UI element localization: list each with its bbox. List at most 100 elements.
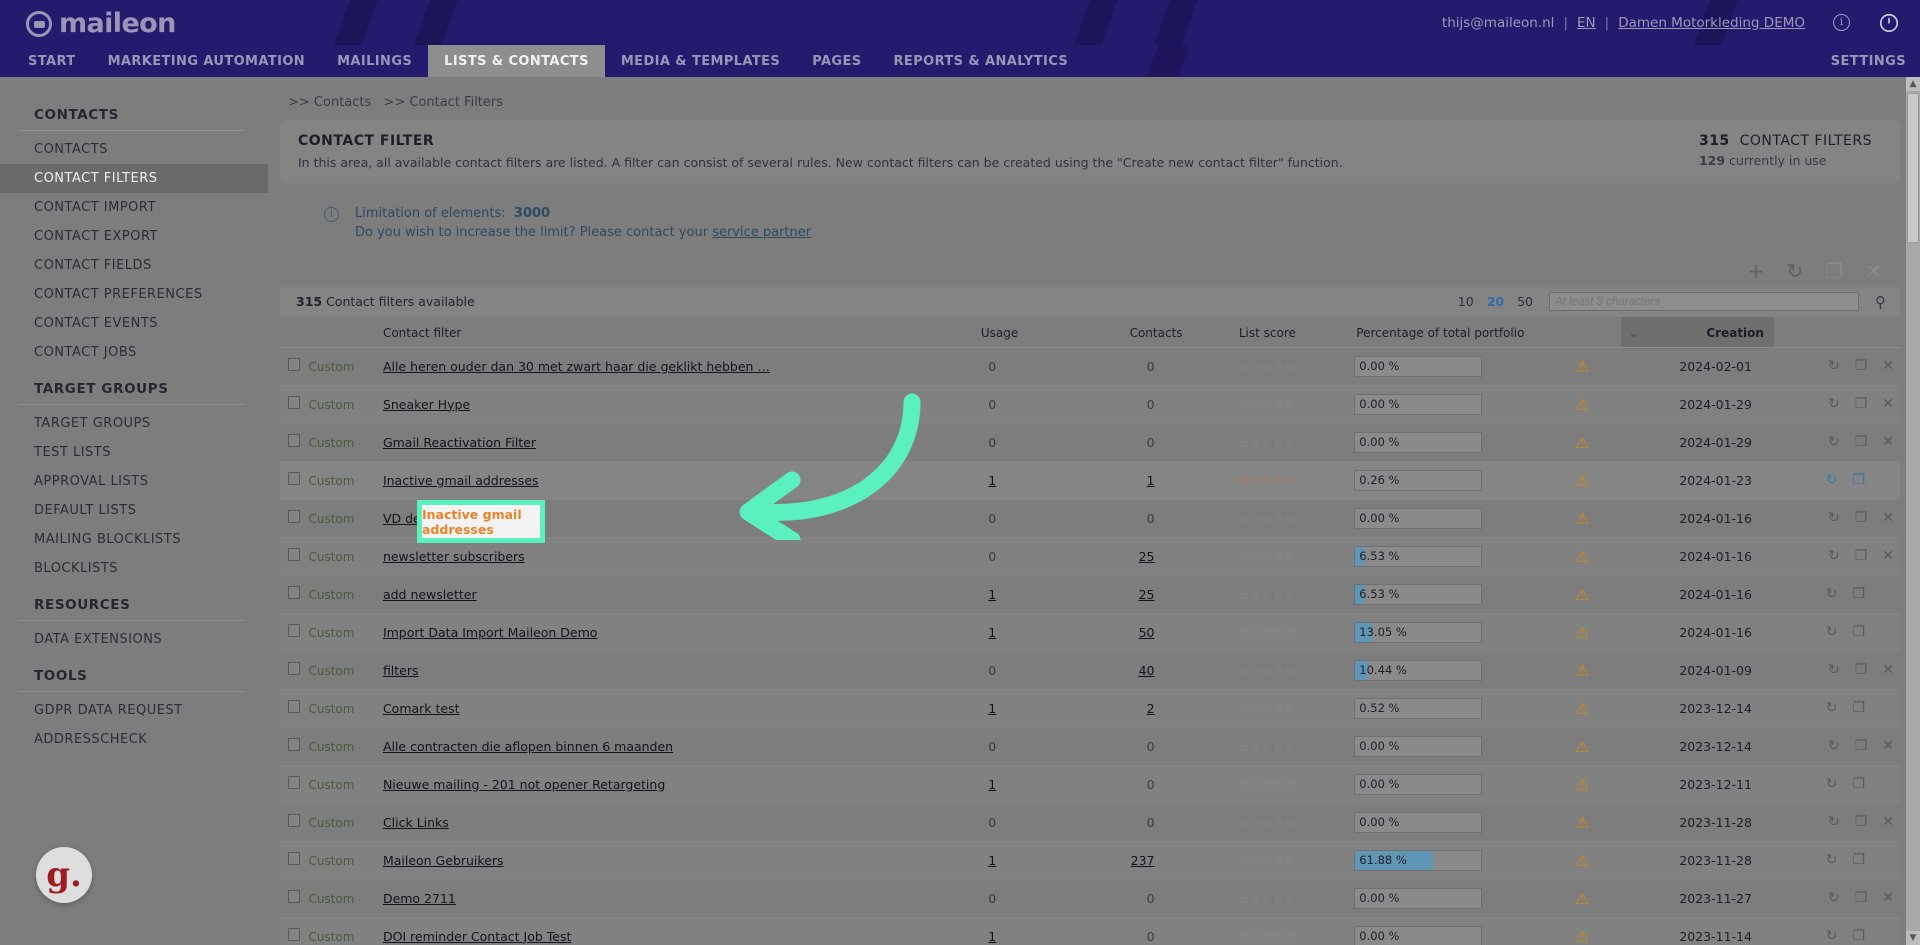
column-usage[interactable]: Usage [886,316,1019,348]
refresh-icon[interactable]: ↻ [1826,700,1838,716]
refresh-icon[interactable]: ↻ [1828,548,1840,564]
warning-icon[interactable]: ⚠ [1575,585,1589,604]
search-icon[interactable]: ⚲ [1875,293,1886,311]
row-usage-value[interactable]: 1 [988,625,996,640]
row-checkbox-cell[interactable] [280,651,309,690]
warning-icon[interactable]: ⚠ [1575,433,1589,452]
row-list-score-stars[interactable]: ☆☆☆☆☆ [1238,512,1297,526]
account-link[interactable]: Damen Motorkleding DEMO [1618,15,1805,31]
copy-icon[interactable]: ❐ [1855,738,1868,754]
row-checkbox[interactable] [288,890,300,904]
row-checkbox[interactable] [288,928,300,942]
row-usage-value[interactable]: 1 [988,929,996,944]
copy-icon[interactable]: ❐ [1852,852,1865,868]
table-row[interactable]: Custom Import Data Import Maileon Demo 1 50… [280,613,1900,652]
row-checkbox[interactable] [288,434,300,448]
row-filter-name-link[interactable]: filters [383,663,419,678]
row-list-score-stars[interactable]: ☆☆☆☆☆ [1238,930,1297,944]
refresh-icon[interactable]: ↻ [1828,814,1840,830]
row-checkbox[interactable] [288,700,300,714]
row-list-score-stars[interactable]: ☆☆☆☆☆ [1238,436,1297,450]
row-list-score-stars[interactable]: ☆☆☆☆☆ [1238,702,1297,716]
delete-icon[interactable]: ✕ [1882,738,1894,754]
copy-icon[interactable]: ❐ [1852,928,1865,944]
sidebar-item-contacts[interactable]: CONTACTS [0,135,268,164]
row-filter-name-link[interactable]: Maileon Gebruikers [383,853,504,868]
row-checkbox-cell[interactable] [280,917,309,945]
copy-icon[interactable]: ❐ [1855,396,1868,412]
row-checkbox[interactable] [288,852,300,866]
row-checkbox[interactable] [288,624,300,638]
row-contacts-value[interactable]: 25 [1139,587,1155,602]
row-checkbox-cell[interactable] [280,841,309,880]
copy-icon[interactable]: ❐ [1852,586,1865,602]
copy-icon[interactable]: ❐ [1855,434,1868,450]
row-checkbox[interactable] [288,776,300,790]
page-size-20[interactable]: 20 [1487,294,1504,309]
row-checkbox-cell[interactable] [280,575,309,614]
row-checkbox-cell[interactable] [280,423,309,462]
table-row[interactable]: Custom Maileon Gebruikers 1 237 ☆☆☆☆☆ 61.88 %… [280,841,1900,880]
power-icon[interactable] [1878,12,1900,34]
warning-icon[interactable]: ⚠ [1575,927,1589,945]
warning-icon[interactable]: ⚠ [1575,509,1589,528]
row-usage-value[interactable]: 1 [988,473,996,488]
page-size-50[interactable]: 50 [1517,294,1533,309]
row-checkbox[interactable] [288,738,300,752]
warning-icon[interactable]: ⚠ [1575,547,1589,566]
copy-icon[interactable]: ❐ [1855,510,1868,526]
delete-icon[interactable]: ✕ [1882,358,1894,374]
row-list-score-stars[interactable]: ☆☆☆☆☆ [1238,588,1297,602]
row-contacts-value[interactable]: 25 [1139,549,1155,564]
column-list-score[interactable]: List score [1182,316,1353,348]
sidebar-item-approval-lists[interactable]: APPROVAL LISTS [0,467,268,496]
refresh-icon[interactable]: ↻ [1826,928,1838,944]
row-filter-name-link[interactable]: Alle contracten die aflopen binnen 6 maa… [383,739,673,754]
warning-icon[interactable]: ⚠ [1575,395,1589,414]
column-creation[interactable]: ⌄ Creation [1620,316,1774,348]
table-row[interactable]: Custom Sneaker Hype 0 0 ☆☆☆☆☆ 0.00 % ⚠ 2024-01-… [280,385,1900,424]
row-filter-name-link[interactable]: Alle heren ouder dan 30 met zwart haar d… [383,359,770,374]
row-filter-name-link[interactable]: newsletter subscribers [383,549,525,564]
nav-item-reports-and-analytics[interactable]: REPORTS & ANALYTICS [878,45,1085,77]
scroll-up-arrow[interactable]: ▲ [1906,77,1920,91]
row-checkbox-cell[interactable] [280,879,309,918]
scroll-down-arrow[interactable]: ▼ [1906,931,1920,945]
warning-icon[interactable]: ⚠ [1575,661,1589,680]
row-list-score-stars[interactable]: ☆☆☆☆☆ [1238,550,1297,564]
scroll-thumb[interactable] [1907,93,1919,243]
delete-icon[interactable]: ✕ [1882,434,1894,450]
row-list-score-stars[interactable]: ☆☆☆☆☆ [1238,740,1297,754]
nav-item-lists-and-contacts[interactable]: LISTS & CONTACTS [428,45,605,77]
refresh-icon[interactable]: ↻ [1828,396,1840,412]
row-checkbox-cell[interactable] [280,499,309,538]
row-checkbox[interactable] [288,586,300,600]
refresh-icon[interactable]: ↻ [1826,624,1838,640]
row-usage-value[interactable]: 1 [988,853,996,868]
row-list-score-stars[interactable]: ☆☆☆☆☆ [1238,892,1297,906]
row-usage-value[interactable]: 1 [988,587,996,602]
breadcrumb-item-contacts[interactable]: >> Contacts [288,95,371,110]
delete-icon[interactable]: ✕ [1882,890,1894,906]
row-checkbox[interactable] [288,548,300,562]
sidebar-item-contact-preferences[interactable]: CONTACT PREFERENCES [0,280,268,309]
warning-icon[interactable]: ⚠ [1575,357,1589,376]
copy-icon[interactable]: ❐ [1855,548,1868,564]
row-list-score-stars[interactable]: ☆☆☆☆☆ [1238,360,1297,374]
column-contacts[interactable]: Contacts [1018,316,1183,348]
refresh-icon[interactable]: ↻ [1828,510,1840,526]
delete-icon[interactable]: ✕ [1882,548,1894,564]
table-row[interactable]: Custom Gmail Reactivation Filter 0 0 ☆☆☆☆☆ 0.… [280,423,1900,462]
delete-icon[interactable]: ✕ [1882,814,1894,830]
refresh-icon[interactable]: ↻ [1826,586,1838,602]
sidebar-item-data-extensions[interactable]: DATA EXTENSIONS [0,625,268,654]
copy-icon[interactable]: ❐ [1855,358,1868,374]
row-checkbox-cell[interactable] [280,613,309,652]
row-list-score-stars[interactable]: ☆☆☆☆☆ [1238,664,1297,678]
refresh-icon[interactable]: ↻ [1826,776,1838,792]
copy-icon[interactable]: ❐ [1852,624,1865,640]
column-percentage[interactable]: Percentage of total portfolio [1352,316,1544,348]
warning-icon[interactable]: ⚠ [1575,623,1589,642]
sidebar-item-test-lists[interactable]: TEST LISTS [0,438,268,467]
nav-item-pages[interactable]: PAGES [796,45,877,77]
